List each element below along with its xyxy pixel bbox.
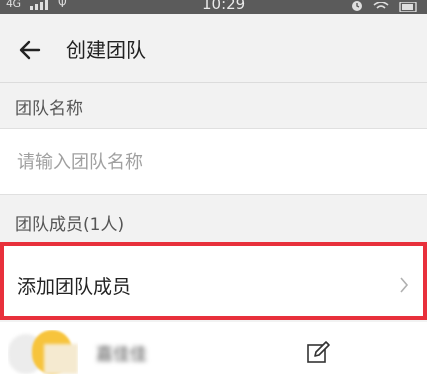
team-name-input[interactable] [15, 145, 409, 179]
signal-icon [30, 0, 48, 10]
alarm-icon [351, 0, 363, 14]
member-list-item[interactable]: 嘉佳佳 [0, 322, 427, 385]
edit-icon[interactable] [305, 340, 331, 366]
chevron-right-icon [399, 276, 409, 299]
team-name-label: 团队名称 [15, 99, 83, 119]
battery-icon [399, 0, 419, 14]
add-team-member-label: 添加团队成员 [17, 276, 132, 298]
status-bar: 4G Ψ 10:29 [0, 0, 427, 14]
app-header: 创建团队 [0, 14, 427, 83]
clock: 10:29 [202, 0, 246, 13]
add-team-member-button[interactable]: 添加团队成员 [0, 242, 427, 320]
wifi-icon [373, 0, 389, 14]
member-name: 嘉佳佳 [96, 345, 147, 365]
back-arrow-icon [19, 40, 41, 60]
page-title: 创建团队 [66, 38, 146, 62]
team-name-row [0, 128, 427, 195]
network-type: 4G [6, 0, 21, 10]
team-members-label: 团队成员(1人) [15, 215, 125, 235]
back-button[interactable] [10, 34, 50, 66]
usb-icon: Ψ [58, 0, 67, 10]
avatar [8, 330, 78, 374]
